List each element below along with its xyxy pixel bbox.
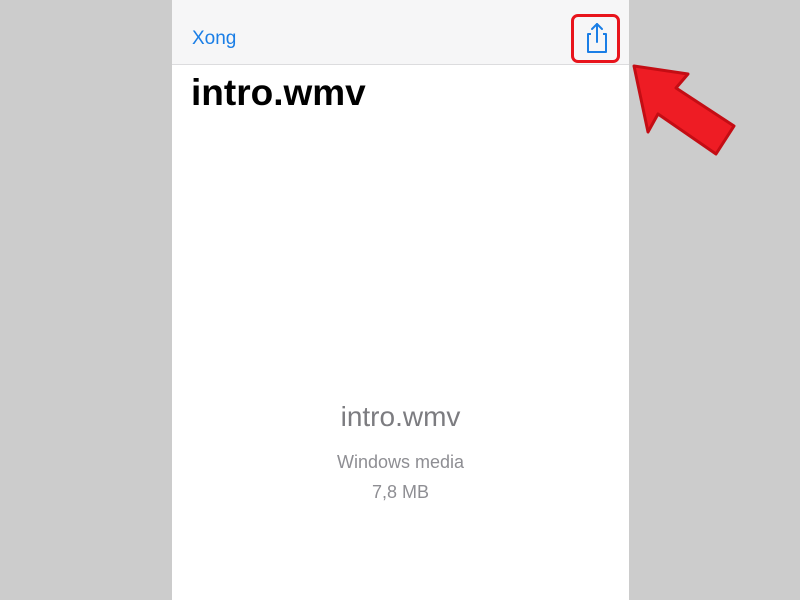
pointer-arrow-icon — [632, 64, 736, 156]
file-type: Windows media — [336, 452, 465, 472]
file-preview-screen: Xong intro.wmv intro.wmv Windows media 7… — [172, 0, 629, 600]
file-size: 7,8 MB — [371, 482, 430, 502]
done-button[interactable]: Xong — [192, 27, 236, 51]
screenshot-stage: Xong intro.wmv intro.wmv Windows media 7… — [0, 0, 800, 600]
page-title: intro.wmv — [191, 72, 366, 113]
share-button[interactable] — [580, 21, 614, 55]
file-info: intro.wmv Windows media 7,8 MB — [172, 398, 629, 504]
share-icon — [587, 23, 607, 53]
file-name: intro.wmv — [340, 401, 461, 432]
navigation-bar: Xong — [172, 0, 629, 65]
